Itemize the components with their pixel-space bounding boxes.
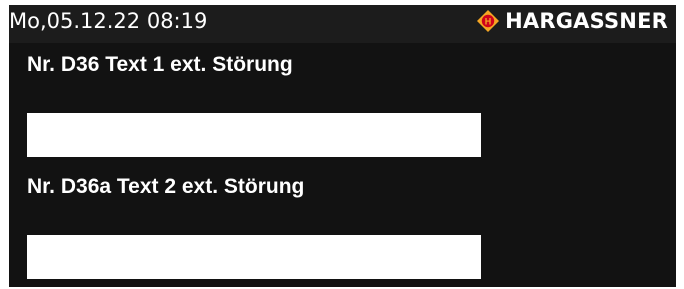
svg-text:H: H — [485, 17, 492, 27]
brand-name: HARGASSNER — [505, 9, 668, 33]
text-field-d36[interactable] — [27, 113, 481, 157]
text-field-d36a[interactable] — [27, 235, 481, 279]
hargassner-logo-icon: H — [477, 10, 500, 32]
external-fault-text-panel: Nr. D36 Text 1 ext. Störung Nr. D36a Tex… — [9, 43, 676, 287]
brand: H HARGASSNER — [477, 9, 668, 33]
datetime-display: Mo,05.12.22 08:19 — [9, 9, 208, 33]
field-label-d36a: Nr. D36a Text 2 ext. Störung — [27, 175, 305, 198]
device-screen: Mo,05.12.22 08:19 H HARGASSNER Nr. D36 T… — [0, 0, 684, 289]
field-label-d36: Nr. D36 Text 1 ext. Störung — [27, 53, 293, 76]
status-bar: Mo,05.12.22 08:19 H HARGASSNER — [9, 5, 676, 43]
